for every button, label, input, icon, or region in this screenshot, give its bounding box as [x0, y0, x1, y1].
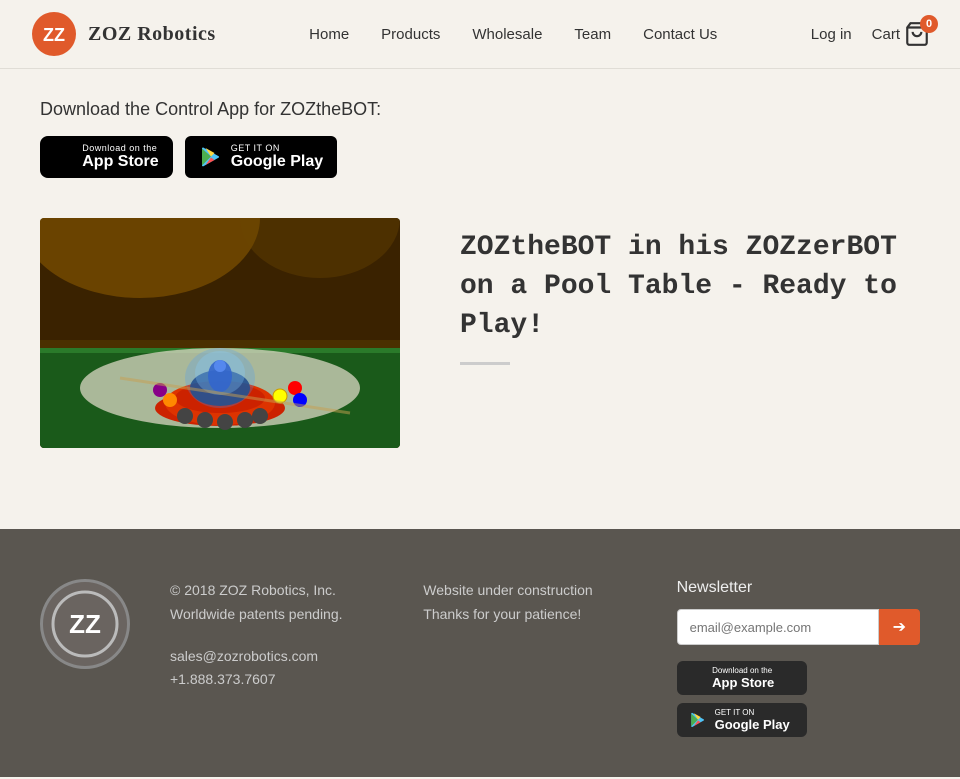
- footer-app-store-badge[interactable]:  Download on the App Store: [677, 661, 807, 695]
- main-content: Download the Control App for ZOZtheBOT: …: [0, 69, 960, 529]
- header: ZZ ZOZ Robotics Home Products Wholesale …: [0, 0, 960, 69]
- footer-apple-icon: : [689, 667, 705, 690]
- footer-app-badges:  Download on the App Store GET IT ON Go…: [677, 661, 920, 737]
- footer-google-play-sub: GET IT ON: [715, 708, 790, 717]
- app-store-sub: Download on the: [82, 143, 158, 153]
- download-text: Download the Control App for ZOZtheBOT:: [40, 99, 920, 120]
- product-image: [40, 218, 400, 448]
- nav-contact[interactable]: Contact Us: [643, 26, 717, 43]
- newsletter-form: ➔: [677, 609, 920, 645]
- footer-email[interactable]: sales@zozrobotics.com: [170, 648, 318, 664]
- cart-area: Log in Cart 0: [811, 21, 930, 47]
- svg-text:ZZ: ZZ: [69, 609, 101, 639]
- main-nav: Home Products Wholesale Team Contact Us: [309, 26, 717, 43]
- footer-google-play-badge[interactable]: GET IT ON Google Play: [677, 703, 807, 737]
- logo-text: ZOZ Robotics: [88, 23, 216, 46]
- footer-logo: ZZ: [40, 579, 130, 669]
- nav-wholesale[interactable]: Wholesale: [472, 26, 542, 43]
- cart-button[interactable]: Cart 0: [872, 21, 930, 47]
- app-store-badge[interactable]:  Download on the App Store: [40, 136, 173, 178]
- nav-team[interactable]: Team: [574, 26, 611, 43]
- nav-home[interactable]: Home: [309, 26, 349, 43]
- footer-patience: Thanks for your patience!: [423, 603, 636, 627]
- footer-google-play-main: Google Play: [715, 717, 790, 732]
- robot-illustration: [40, 218, 400, 448]
- cart-label: Cart: [872, 26, 900, 43]
- product-info: ZOZtheBOT in his ZOZzerBOT on a Pool Tab…: [460, 218, 920, 365]
- footer-info-col: © 2018 ZOZ Robotics, Inc. Worldwide pate…: [170, 579, 383, 692]
- app-badges:  Download on the App Store GET IT ON Go…: [40, 136, 920, 178]
- footer-newsletter: Newsletter ➔  Download on the App Store: [677, 579, 920, 737]
- footer-app-store-sub: Download on the: [712, 666, 774, 675]
- product-title: ZOZtheBOT in his ZOZzerBOT on a Pool Tab…: [460, 228, 920, 346]
- footer-status-col: Website under construction Thanks for yo…: [423, 579, 636, 627]
- newsletter-email-input[interactable]: [677, 609, 879, 645]
- apple-icon: : [54, 142, 74, 172]
- newsletter-submit-button[interactable]: ➔: [879, 609, 920, 645]
- footer-website-status: Website under construction: [423, 579, 636, 603]
- cart-badge: 0: [920, 15, 938, 33]
- footer-patents: Worldwide patents pending.: [170, 603, 383, 627]
- footer: ZZ © 2018 ZOZ Robotics, Inc. Worldwide p…: [0, 529, 960, 777]
- login-link[interactable]: Log in: [811, 26, 852, 43]
- footer-logo-circle: ZZ: [40, 579, 130, 669]
- footer-copyright: © 2018 ZOZ Robotics, Inc.: [170, 579, 383, 603]
- footer-google-play-icon: [689, 711, 707, 729]
- newsletter-title: Newsletter: [677, 579, 920, 597]
- app-store-main: App Store: [82, 153, 158, 171]
- google-play-main: Google Play: [231, 153, 323, 171]
- svg-text:ZZ: ZZ: [43, 25, 65, 45]
- logo-icon: ZZ: [30, 10, 78, 58]
- footer-phone: +1.888.373.7607: [170, 668, 383, 692]
- nav-products[interactable]: Products: [381, 26, 440, 43]
- logo-area: ZZ ZOZ Robotics: [30, 10, 216, 58]
- google-play-sub: GET IT ON: [231, 143, 323, 153]
- google-play-badge[interactable]: GET IT ON Google Play: [185, 136, 337, 178]
- footer-app-store-main: App Store: [712, 675, 774, 690]
- footer-logo-icon: ZZ: [50, 589, 120, 659]
- product-divider: [460, 362, 510, 365]
- product-section: ZOZtheBOT in his ZOZzerBOT on a Pool Tab…: [40, 218, 920, 448]
- google-play-icon: [199, 145, 223, 169]
